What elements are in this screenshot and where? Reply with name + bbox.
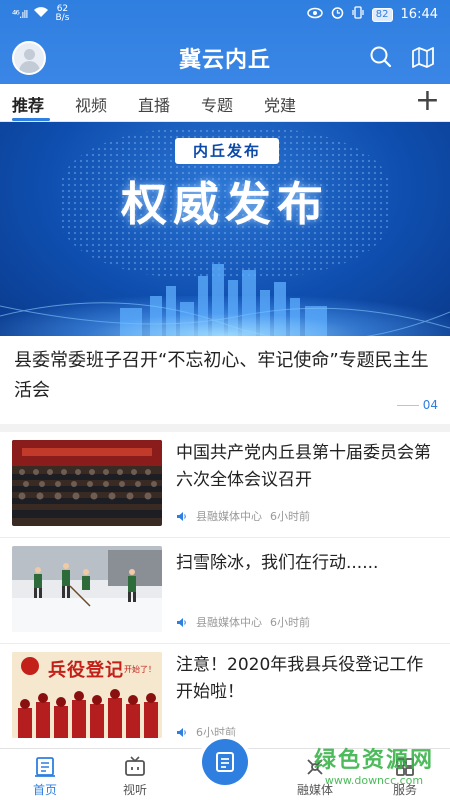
battery-level: 82 — [371, 7, 393, 22]
category-tabs: 推荐 视频 直播 专题 党建 + — [0, 84, 450, 122]
news-thumbnail — [12, 440, 162, 526]
eye-icon — [307, 7, 323, 23]
home-news-icon — [35, 757, 55, 777]
watermark-main: 绿色资源网 — [313, 748, 434, 773]
map-icon[interactable] — [410, 44, 436, 70]
speaker-icon[interactable] — [176, 727, 188, 738]
news-item[interactable]: 中国共产党内丘县第十届委员会第六次全体会议召开 县融媒体中心 6小时前 — [0, 432, 450, 538]
wifi-icon — [33, 6, 49, 22]
news-title: 注意！2020年我县兵役登记工作开始啦！ — [176, 655, 424, 702]
nav-home-label: 首页 — [32, 783, 57, 797]
news-item[interactable]: 扫雪除冰，我们在行动...... 县融媒体中心 6小时前 — [0, 538, 450, 644]
nav-av-label: 视听 — [122, 783, 147, 797]
news-title: 中国共产党内丘县第十届委员会第六次全体会议召开 — [176, 443, 431, 490]
thumb-title: 兵役登记 — [48, 660, 124, 681]
clock-time: 16:44 — [400, 7, 438, 22]
banner-headline[interactable]: 县委常委班子召开“不忘初心、牢记使命”专题民主生活会 — [14, 346, 439, 406]
thumb-subtitle: 开始了！ — [124, 665, 156, 674]
carousel-pager: 04 — [396, 398, 438, 412]
news-time: 6小时前 — [270, 510, 310, 523]
watermark-url: www.downcc.com — [324, 774, 424, 787]
tab-live[interactable]: 直播 — [138, 92, 170, 116]
news-item[interactable]: 兵役登记 开始了！ 注意！2020年我县兵役登记工作开始啦！ 6小时前 — [0, 644, 450, 748]
banner-big-text: 权威发布 — [121, 177, 329, 231]
tab-recommend[interactable]: 推荐 — [12, 92, 44, 116]
center-button-circle — [202, 739, 248, 785]
banner-light-glow — [0, 296, 450, 336]
news-source: 县融媒体中心 — [196, 616, 262, 629]
news-title: 扫雪除冰，我们在行动...... — [176, 553, 379, 573]
vibrate-icon — [352, 6, 364, 23]
tab-video[interactable]: 视频 — [75, 92, 107, 116]
nav-home[interactable]: 首页 — [10, 755, 80, 798]
news-thumbnail — [12, 546, 162, 632]
news-thumbnail: 兵役登记 开始了！ — [12, 652, 162, 738]
news-source: 县融媒体中心 — [196, 510, 262, 523]
section-divider — [0, 424, 450, 432]
banner-carousel[interactable]: 内丘发布 权威发布 — [0, 122, 450, 336]
active-tab-indicator — [12, 118, 50, 121]
pager-number: 04 — [422, 398, 438, 412]
network-speed: 62 B/s — [55, 5, 69, 23]
network-speed-unit: B/s — [55, 13, 70, 23]
news-meta: 县融媒体中心 6小时前 — [176, 614, 310, 630]
news-meta: 县融媒体中心 6小时前 — [176, 508, 310, 524]
app-header: 冀云内丘 — [0, 30, 450, 84]
tab-topic[interactable]: 专题 — [201, 92, 233, 116]
status-right: 82 16:44 — [307, 6, 438, 23]
nav-av[interactable]: 视听 — [100, 755, 170, 798]
speaker-icon[interactable] — [176, 617, 188, 628]
document-icon — [216, 752, 234, 772]
speaker-icon[interactable] — [176, 511, 188, 522]
search-icon[interactable] — [368, 44, 394, 70]
watermark: 绿色资源网 www.downcc.com — [304, 742, 444, 798]
tab-party[interactable]: 党建 — [264, 92, 296, 116]
signal-indicator: ⁴⁶.ıll — [12, 7, 29, 21]
news-time: 6小时前 — [270, 616, 310, 629]
banner-tag: 内丘发布 — [175, 138, 279, 164]
status-left: ⁴⁶.ıll 62 B/s — [12, 5, 69, 23]
status-bar: ⁴⁶.ıll 62 B/s 82 16:44 — [0, 0, 450, 30]
center-publish-button[interactable] — [198, 735, 252, 789]
alarm-icon — [331, 6, 344, 23]
pager-line — [396, 404, 419, 406]
add-tab-button[interactable]: + — [415, 86, 440, 116]
tv-icon — [125, 756, 145, 776]
